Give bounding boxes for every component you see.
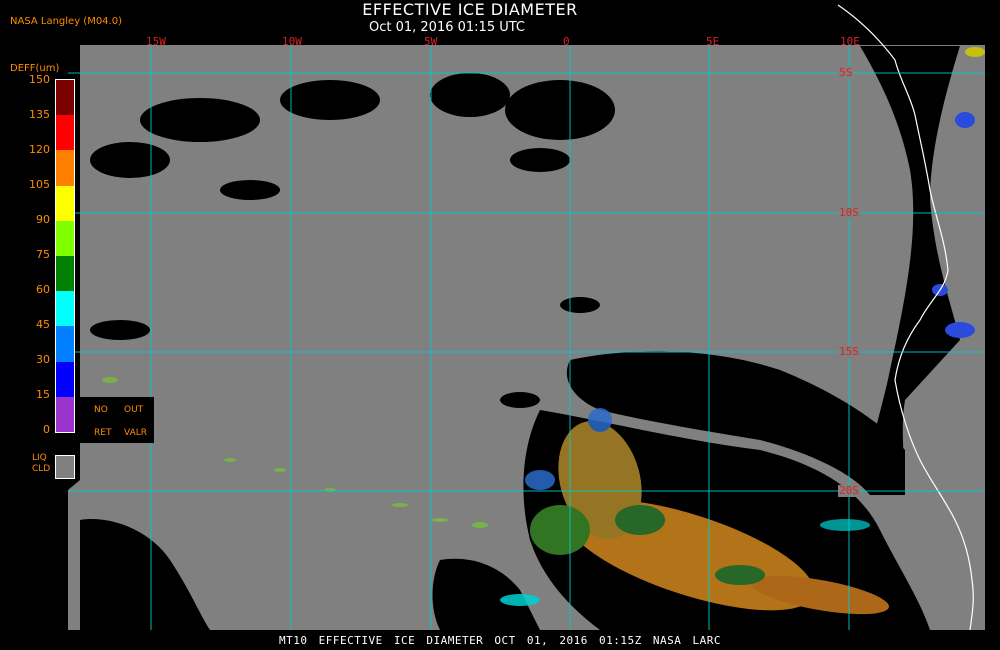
footer-caption: MT10 EFFECTIVE ICE DIAMETER OCT 01, 2016… bbox=[279, 634, 721, 647]
out-label: OUT bbox=[124, 405, 144, 415]
color-bar-segment bbox=[56, 291, 74, 327]
legend-tick-label: 120 bbox=[29, 143, 50, 156]
lon-label-10w: 10W bbox=[282, 35, 302, 48]
legend-tick-label: 135 bbox=[29, 108, 50, 121]
legend-tick-label: 90 bbox=[36, 213, 50, 226]
lon-label-5e: 5E bbox=[706, 35, 720, 48]
map-title: EFFECTIVE ICE DIAMETER bbox=[362, 0, 578, 19]
color-bar-segment bbox=[56, 326, 74, 362]
legend-tick-label: 75 bbox=[36, 248, 50, 261]
legend-tick-label: 0 bbox=[43, 423, 50, 436]
satellite-map bbox=[68, 4, 985, 631]
color-bar bbox=[55, 79, 75, 433]
color-bar-segment bbox=[56, 185, 74, 221]
legend-tick-label: 105 bbox=[29, 178, 50, 191]
lon-label-5w: 5W bbox=[424, 35, 438, 48]
color-bar-segment bbox=[56, 396, 74, 433]
color-bar-segment bbox=[56, 361, 74, 397]
lat-label-20s: 20S bbox=[838, 484, 860, 497]
liquid-cloud-label: LIQ CLD bbox=[32, 453, 50, 475]
legend-tick-label: 60 bbox=[36, 283, 50, 296]
legend-tick-label: 30 bbox=[36, 353, 50, 366]
lon-label-15w: 15W bbox=[146, 35, 166, 48]
ret-label: RET bbox=[94, 428, 112, 438]
liq-label-line1: LIQ bbox=[32, 453, 47, 463]
no-label: NO bbox=[94, 405, 108, 415]
legend-tick-label: 45 bbox=[36, 318, 50, 331]
color-bar-segment bbox=[56, 115, 74, 151]
color-bar-segment bbox=[56, 256, 74, 292]
lon-label-0: 0 bbox=[563, 35, 570, 48]
legend-tick-label: 150 bbox=[29, 73, 50, 86]
liquid-cloud-swatch bbox=[55, 455, 75, 479]
lat-label-5s: 5S bbox=[838, 66, 854, 79]
data-source-label: NASA Langley (M04.0) bbox=[10, 16, 122, 27]
color-bar-segment bbox=[56, 80, 74, 116]
lat-label-15s: 15S bbox=[838, 345, 860, 358]
valr-label: VALR bbox=[124, 428, 148, 438]
color-bar-segment bbox=[56, 220, 74, 257]
liq-label-line2: CLD bbox=[32, 464, 51, 474]
no-retrieval-legend: NO OUT RET VALR bbox=[80, 397, 154, 443]
map-timestamp: Oct 01, 2016 01:15 UTC bbox=[369, 20, 525, 35]
lat-label-10s: 10S bbox=[838, 206, 860, 219]
color-bar-segment bbox=[56, 150, 74, 186]
legend-tick-label: 15 bbox=[36, 388, 50, 401]
lon-label-10e: 10E bbox=[840, 35, 860, 48]
